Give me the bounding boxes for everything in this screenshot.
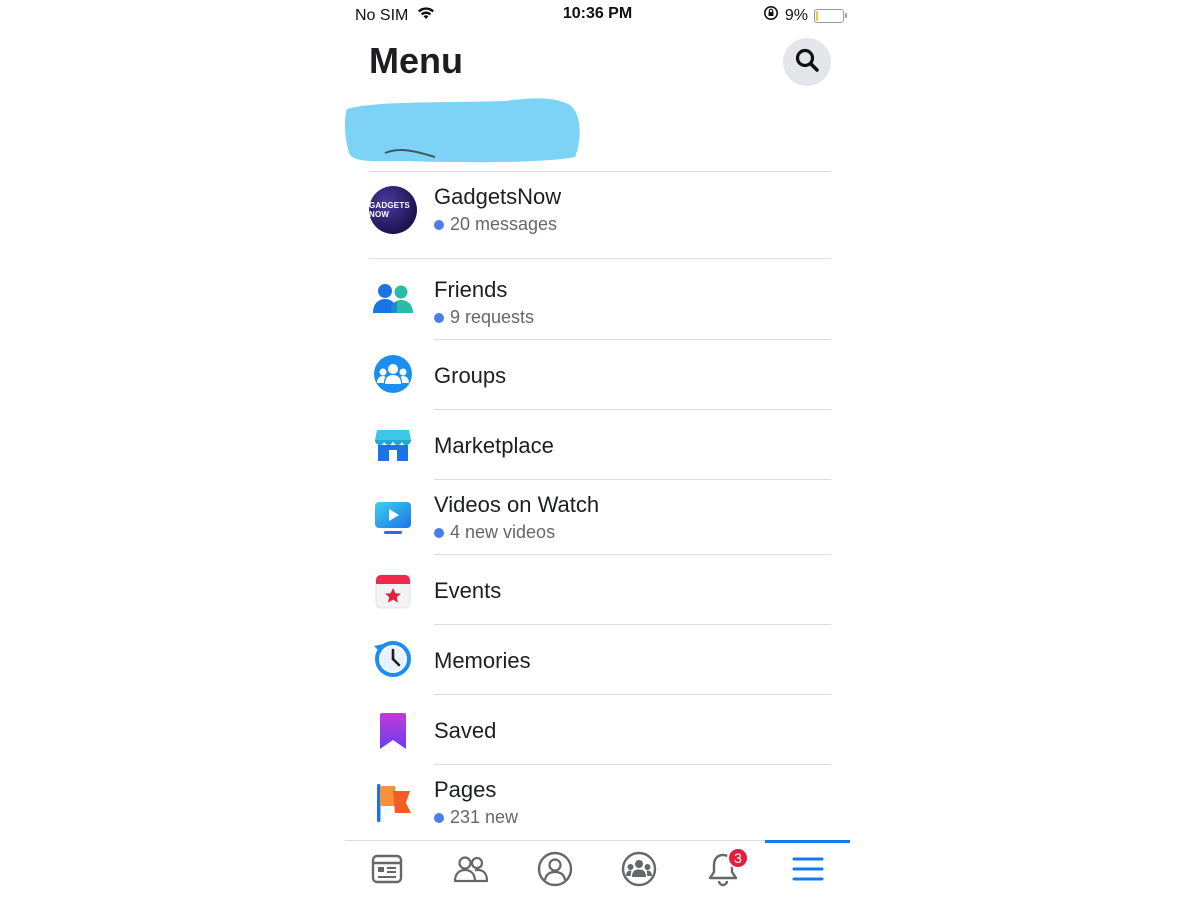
redacted-profile[interactable] xyxy=(344,95,585,165)
redaction-scribble xyxy=(344,98,580,163)
gadgetsnow-logo: GADGETS NOW xyxy=(369,186,417,234)
menu-item-label: Friends xyxy=(434,277,508,302)
bottom-tab-bar: 3 xyxy=(345,840,850,900)
profile-icon xyxy=(537,851,573,892)
menu-item-subtitle: 4 new videos xyxy=(434,522,555,543)
memories-icon xyxy=(369,635,417,683)
news-feed-icon xyxy=(370,852,404,891)
page-shortcut-subtitle-text: 20 messages xyxy=(450,214,558,234)
menu-item-subtitle: 9 requests xyxy=(434,307,534,328)
menu-item-subtitle-text: 231 new xyxy=(450,807,519,827)
pages-icon xyxy=(369,779,417,827)
menu-item-label: Events xyxy=(434,578,502,603)
menu-item-label: Groups xyxy=(434,363,507,388)
page-shortcut-name: GadgetsNow xyxy=(434,184,562,209)
search-icon xyxy=(793,46,821,79)
page-title: Menu xyxy=(369,40,463,81)
page-shortcut-subtitle: 20 messages xyxy=(434,214,557,235)
menu-item-subtitle-text: 4 new videos xyxy=(450,522,556,542)
events-icon xyxy=(369,567,417,615)
marketplace-icon xyxy=(369,420,417,468)
unread-dot xyxy=(434,527,444,538)
tab-menu[interactable] xyxy=(765,840,850,900)
unread-dot xyxy=(434,312,444,323)
status-bar: No SIM 10:36 PM 9% xyxy=(345,0,850,30)
menu-item-marketplace[interactable]: Marketplace xyxy=(345,410,850,479)
menu-item-friends[interactable]: Friends 9 requests xyxy=(345,259,850,339)
unread-dot xyxy=(434,219,444,230)
page-shortcut-gadgetsnow[interactable]: GADGETS NOW GadgetsNow 20 messages xyxy=(345,172,850,258)
menu-item-events[interactable]: Events xyxy=(345,555,850,624)
menu-item-label: Pages xyxy=(434,777,497,802)
tab-groups[interactable] xyxy=(597,841,681,900)
friends-tab-icon xyxy=(453,853,489,890)
menu-icon xyxy=(791,854,825,889)
groups-tab-icon xyxy=(621,851,657,892)
orientation-lock-icon xyxy=(763,5,779,26)
menu-item-groups[interactable]: Groups xyxy=(345,340,850,409)
menu-item-saved[interactable]: Saved xyxy=(345,695,850,764)
notification-badge: 3 xyxy=(727,847,749,869)
tab-friends[interactable] xyxy=(429,841,513,900)
menu-item-subtitle-text: 9 requests xyxy=(450,307,535,327)
menu-item-label: Memories xyxy=(434,648,531,673)
tab-profile[interactable] xyxy=(513,841,597,900)
battery-percent: 9% xyxy=(784,6,808,24)
menu-item-subtitle: 231 new xyxy=(434,807,518,828)
menu-item-label: Marketplace xyxy=(434,433,554,458)
friends-icon xyxy=(369,275,417,323)
saved-icon xyxy=(369,707,417,755)
tab-news-feed[interactable] xyxy=(345,841,429,900)
menu-item-label: Videos on Watch xyxy=(434,492,600,517)
tab-notifications[interactable]: 3 xyxy=(681,841,765,900)
unread-dot xyxy=(434,812,444,823)
watch-icon xyxy=(369,494,417,542)
battery-icon xyxy=(814,8,847,23)
menu-item-memories[interactable]: Memories xyxy=(345,625,850,694)
battery-level xyxy=(816,10,818,21)
search-button[interactable] xyxy=(783,38,831,86)
menu-screen: No SIM 10:36 PM 9% Menu GADGETS NOW Gadg… xyxy=(344,0,850,900)
groups-icon xyxy=(369,350,417,398)
menu-item-videos-on-watch[interactable]: Videos on Watch 4 new videos xyxy=(345,480,850,554)
menu-item-pages[interactable]: Pages 231 new xyxy=(345,765,850,839)
menu-item-label: Saved xyxy=(434,718,497,743)
page-avatar: GADGETS NOW xyxy=(369,186,417,234)
